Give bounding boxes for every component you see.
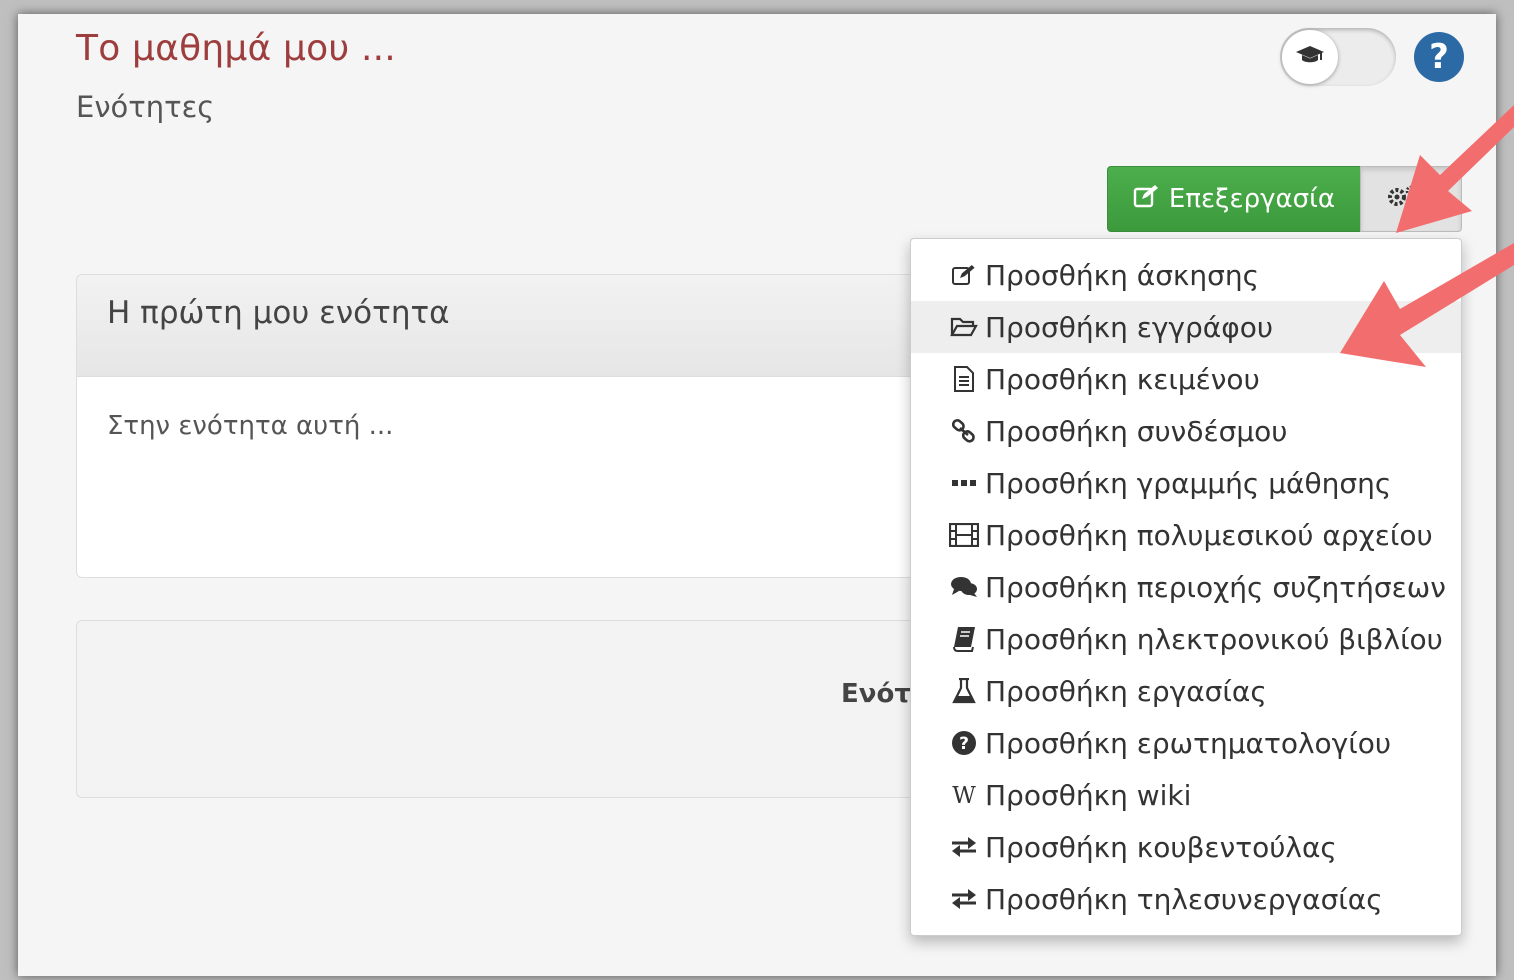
menu-item[interactable]: ? Προσθήκη ερωτηματολογίου: [911, 717, 1461, 769]
menu-item[interactable]: Προσθήκη εγγράφου: [911, 301, 1461, 353]
menu-item[interactable]: W Προσθήκη wiki: [911, 769, 1461, 821]
menu-item-label: Προσθήκη κουβεντούλας: [985, 830, 1337, 864]
film-icon: [949, 520, 979, 550]
settings-dropdown-button[interactable]: [1360, 166, 1462, 232]
page-title: Το μαθημά μου ...: [76, 28, 396, 69]
folder-open-icon: [949, 312, 979, 342]
menu-item[interactable]: Προσθήκη γραμμής μάθησης: [911, 457, 1461, 509]
help-icon[interactable]: ?: [1414, 32, 1464, 82]
comments-icon: [949, 572, 979, 602]
svg-text:W: W: [952, 783, 976, 808]
menu-item[interactable]: Προσθήκη κουβεντούλας: [911, 821, 1461, 873]
menu-item-label: Προσθήκη κειμένου: [985, 362, 1260, 396]
edit-button[interactable]: Επεξεργασία: [1107, 166, 1361, 232]
exchange-icon: [949, 832, 979, 862]
book-icon: [949, 624, 979, 654]
menu-item-label: Προσθήκη ηλεκτρονικού βιβλίου: [985, 622, 1443, 656]
ellipsis-icon: [949, 468, 979, 498]
svg-text:?: ?: [959, 734, 969, 754]
edit-icon: [949, 260, 979, 290]
add-section-label[interactable]: Ενότ: [841, 679, 911, 709]
file-text-icon: [949, 364, 979, 394]
menu-item[interactable]: Προσθήκη πολυμεσικού αρχείου: [911, 509, 1461, 561]
edit-button-label: Επεξεργασία: [1168, 184, 1336, 214]
page-subtitle: Ενότητες: [76, 90, 215, 124]
menu-item-label: Προσθήκη wiki: [985, 778, 1192, 812]
caret-down-icon: [1425, 195, 1437, 203]
edit-icon: [1133, 184, 1159, 215]
menu-item-label: Προσθήκη συνδέσμου: [985, 414, 1288, 448]
menu-item-label: Προσθήκη ερωτηματολογίου: [985, 726, 1392, 760]
student-view-toggle[interactable]: [1280, 28, 1396, 86]
wikipedia-icon: W: [949, 780, 979, 810]
exchange-icon: [949, 884, 979, 914]
menu-item-label: Προσθήκη άσκησης: [985, 258, 1260, 292]
flask-icon: [949, 676, 979, 706]
menu-item[interactable]: Προσθήκη εργασίας: [911, 665, 1461, 717]
gears-icon: [1385, 183, 1419, 215]
menu-item[interactable]: Προσθήκη ηλεκτρονικού βιβλίου: [911, 613, 1461, 665]
menu-item[interactable]: Προσθήκη περιοχής συζητήσεων: [911, 561, 1461, 613]
toggle-knob[interactable]: [1282, 30, 1338, 84]
menu-item-label: Προσθήκη πολυμεσικού αρχείου: [985, 518, 1433, 552]
menu-item-label: Προσθήκη εγγράφου: [985, 310, 1274, 344]
menu-item[interactable]: Προσθήκη κειμένου: [911, 353, 1461, 405]
add-resource-dropdown: Προσθήκη άσκησης Προσθήκη εγγράφου Προσθήκ…: [910, 238, 1462, 936]
menu-item-label: Προσθήκη γραμμής μάθησης: [985, 466, 1392, 500]
menu-item-label: Προσθήκη περιοχής συζητήσεων: [985, 570, 1446, 604]
menu-item[interactable]: Προσθήκη συνδέσμου: [911, 405, 1461, 457]
menu-item[interactable]: Προσθήκη άσκησης: [911, 249, 1461, 301]
menu-item[interactable]: Προσθήκη τηλεσυνεργασίας: [911, 873, 1461, 925]
menu-item-label: Προσθήκη εργασίας: [985, 674, 1267, 708]
link-icon: [949, 416, 979, 446]
menu-item-label: Προσθήκη τηλεσυνεργασίας: [985, 882, 1383, 916]
question-circle-icon: ?: [949, 728, 979, 758]
graduation-cap-icon: [1295, 44, 1325, 70]
